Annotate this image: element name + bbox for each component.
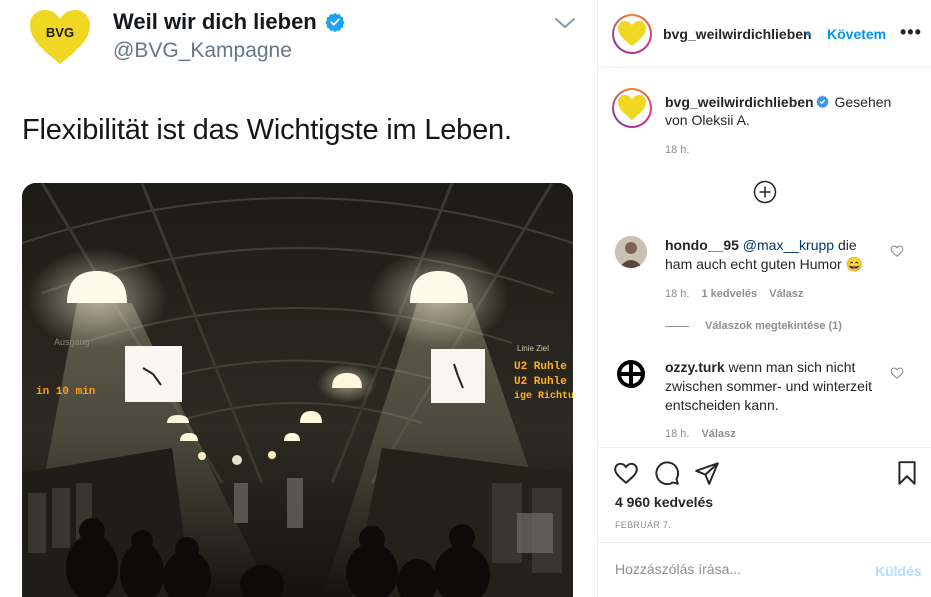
post-media[interactable]: BVG Weil wir dich lieben @BVG_Kampagne F… bbox=[0, 0, 598, 597]
person-photo-icon bbox=[615, 236, 647, 268]
comment-likes[interactable]: 1 kedvelés bbox=[701, 288, 757, 300]
likes-count[interactable]: 4 960 kedvelés bbox=[615, 494, 713, 510]
svg-text:Linie Ziel: Linie Ziel bbox=[517, 344, 549, 353]
view-replies-label: Válaszok megtekintése (1) bbox=[705, 320, 842, 332]
header-username[interactable]: bvg_weilwirdichlieben bbox=[663, 26, 812, 42]
post-comment-button[interactable]: Küldés bbox=[875, 563, 922, 579]
post-date[interactable]: FEBRUÁR 7. bbox=[615, 520, 671, 530]
post-header: bvg_weilwirdichlieben • Követem ••• bbox=[599, 0, 931, 68]
bookmark-icon[interactable] bbox=[894, 460, 920, 486]
tweet-handle: @BVG_Kampagne bbox=[113, 39, 292, 62]
comment-mention[interactable]: @max__krupp bbox=[743, 237, 834, 253]
heart-icon[interactable] bbox=[613, 460, 639, 486]
caption-username[interactable]: bvg_weilwirdichlieben bbox=[665, 94, 814, 110]
crosshair-circle-icon bbox=[617, 360, 645, 388]
svg-text:U2 Ruhle: U2 Ruhle bbox=[514, 376, 567, 388]
chevron-down-icon bbox=[555, 18, 575, 29]
view-replies-button[interactable]: Válaszok megtekintése (1) bbox=[665, 320, 842, 332]
comment-icon[interactable] bbox=[654, 460, 680, 486]
comment-input[interactable] bbox=[615, 561, 855, 577]
load-more-comments-icon[interactable] bbox=[753, 180, 777, 204]
profile-avatar-inner bbox=[614, 16, 650, 52]
follow-button[interactable]: Követem bbox=[827, 26, 886, 42]
reply-button[interactable]: Válasz bbox=[701, 428, 735, 440]
comment-text: ozzy.turk wenn man sich nicht zwischen s… bbox=[665, 358, 885, 415]
replies-line bbox=[665, 325, 689, 327]
share-icon[interactable] bbox=[694, 460, 720, 486]
bvg-heart-logo bbox=[618, 95, 646, 121]
profile-avatar[interactable] bbox=[612, 14, 652, 54]
tweet-text: Flexibilität ist das Wichtigste im Leben… bbox=[22, 114, 512, 146]
caption-avatar[interactable] bbox=[612, 88, 652, 128]
svg-text:in 10 min: in 10 min bbox=[36, 386, 95, 398]
like-comment-heart-icon[interactable] bbox=[890, 244, 904, 258]
station-photo: in 10 min Linie Ziel U2 Ruhle U2 Ruhle i… bbox=[22, 183, 573, 597]
reply-button[interactable]: Válasz bbox=[769, 288, 803, 300]
commenter-avatar[interactable] bbox=[615, 358, 647, 390]
caption-avatar-inner bbox=[614, 90, 650, 126]
tweet-display-name: Weil wir dich lieben bbox=[113, 9, 345, 35]
comment-meta: 18 h. Válasz bbox=[665, 428, 736, 440]
post-actions: 4 960 kedvelés FEBRUÁR 7. Küldés bbox=[599, 447, 931, 597]
post-sidebar: bvg_weilwirdichlieben • Követem ••• bvg_… bbox=[599, 0, 931, 597]
like-comment-heart-icon[interactable] bbox=[890, 366, 904, 380]
comment-meta: 18 h. 1 kedvelés Válasz bbox=[665, 288, 803, 300]
svg-text:U2 Ruhle: U2 Ruhle bbox=[514, 361, 567, 373]
comment-time[interactable]: 18 h. bbox=[665, 428, 689, 440]
more-options-button[interactable]: ••• bbox=[900, 22, 922, 43]
caption-text-block: bvg_weilwirdichlieben Gesehen von Oleksi… bbox=[665, 93, 895, 129]
tweet-display-name-text: Weil wir dich lieben bbox=[113, 9, 317, 34]
bvg-heart-logo: BVG bbox=[30, 10, 90, 64]
verified-badge-icon bbox=[325, 12, 345, 32]
bvg-heart-logo bbox=[618, 21, 646, 47]
comment-time[interactable]: 18 h. bbox=[665, 288, 689, 300]
svg-text:ige Richtung: ige Richtung bbox=[514, 390, 573, 402]
comment-text: hondo__95 @max__krupp die ham auch echt … bbox=[665, 236, 885, 274]
svg-text:Ausgang: Ausgang bbox=[54, 337, 90, 347]
svg-text:BVG: BVG bbox=[46, 25, 74, 40]
comment-username[interactable]: hondo__95 bbox=[665, 237, 739, 253]
verified-badge-icon bbox=[815, 95, 829, 108]
commenter-avatar[interactable] bbox=[615, 236, 647, 268]
add-comment-bar: Küldés bbox=[599, 542, 931, 597]
caption-time[interactable]: 18 h. bbox=[665, 144, 689, 156]
separator-dot: • bbox=[806, 25, 811, 41]
comment-username[interactable]: ozzy.turk bbox=[665, 359, 725, 375]
